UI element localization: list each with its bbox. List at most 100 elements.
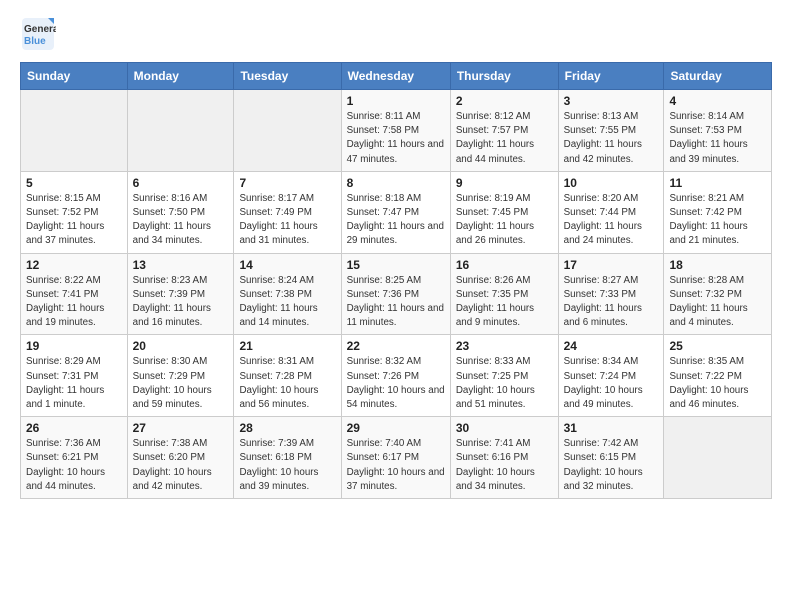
- day-number: 28: [239, 421, 335, 435]
- calendar-cell: 2 Sunrise: 8:12 AM Sunset: 7:57 PM Daylig…: [450, 90, 558, 172]
- calendar-cell: 9 Sunrise: 8:19 AM Sunset: 7:45 PM Daylig…: [450, 171, 558, 253]
- day-number: 24: [564, 339, 659, 353]
- calendar-cell: 3Sunrise: 8:13 AM Sunset: 7:55 PM Daylig…: [558, 90, 664, 172]
- day-info: Sunrise: 8:19 AM Sunset: 7:45 PM Dayligh…: [456, 192, 553, 249]
- day-info: Sunrise: 8:26 AM Sunset: 7:35 PM Dayligh…: [456, 274, 553, 331]
- day-info: Sunrise: 8:31 AM Sunset: 7:28 PM Dayligh…: [239, 355, 335, 412]
- weekday-tuesday: Tuesday: [234, 63, 341, 90]
- day-info: Sunrise: 8:28 AM Sunset: 7:32 PM Dayligh…: [669, 274, 766, 331]
- calendar-cell: 14 Sunrise: 8:24 AM Sunset: 7:38 PM Dayli…: [234, 253, 341, 335]
- calendar-cell: 31 Sunrise: 7:42 AM Sunset: 6:15 PM Dayli…: [558, 417, 664, 499]
- calendar-cell: 30 Sunrise: 7:41 AM Sunset: 6:16 PM Dayli…: [450, 417, 558, 499]
- day-info: Sunrise: 8:30 AM Sunset: 7:29 PM Dayligh…: [133, 355, 229, 412]
- calendar-cell: [234, 90, 341, 172]
- day-number: 11: [669, 176, 766, 190]
- calendar-cell: 23Sunrise: 8:33 AM Sunset: 7:25 PM Dayli…: [450, 335, 558, 417]
- page: General Blue SundayMondayTuesdayWednesda…: [0, 0, 792, 612]
- day-info: Sunrise: 8:25 AM Sunset: 7:36 PM Dayligh…: [347, 274, 445, 331]
- day-number: 12: [26, 258, 122, 272]
- day-info: Sunrise: 8:24 AM Sunset: 7:38 PM Dayligh…: [239, 274, 335, 331]
- week-row-1: 1 Sunrise: 8:11 AM Sunset: 7:58 PM Daylig…: [21, 90, 772, 172]
- calendar-cell: [21, 90, 128, 172]
- day-number: 1: [347, 94, 445, 108]
- calendar-cell: [127, 90, 234, 172]
- day-info: Sunrise: 8:23 AM Sunset: 7:39 PM Dayligh…: [133, 274, 229, 331]
- week-row-3: 12 Sunrise: 8:22 AM Sunset: 7:41 PM Dayli…: [21, 253, 772, 335]
- calendar-cell: 25 Sunrise: 8:35 AM Sunset: 7:22 PM Dayli…: [664, 335, 772, 417]
- calendar-cell: 10Sunrise: 8:20 AM Sunset: 7:44 PM Dayli…: [558, 171, 664, 253]
- calendar-cell: 15 Sunrise: 8:25 AM Sunset: 7:36 PM Dayli…: [341, 253, 450, 335]
- calendar-cell: 19Sunrise: 8:29 AM Sunset: 7:31 PM Dayli…: [21, 335, 128, 417]
- week-row-4: 19Sunrise: 8:29 AM Sunset: 7:31 PM Dayli…: [21, 335, 772, 417]
- day-info: Sunrise: 8:11 AM Sunset: 7:58 PM Dayligh…: [347, 110, 445, 167]
- calendar-cell: 22 Sunrise: 8:32 AM Sunset: 7:26 PM Dayli…: [341, 335, 450, 417]
- calendar-cell: 1 Sunrise: 8:11 AM Sunset: 7:58 PM Daylig…: [341, 90, 450, 172]
- day-info: Sunrise: 7:42 AM Sunset: 6:15 PM Dayligh…: [564, 437, 659, 494]
- svg-text:General: General: [24, 24, 56, 35]
- day-number: 18: [669, 258, 766, 272]
- day-number: 17: [564, 258, 659, 272]
- day-number: 2: [456, 94, 553, 108]
- calendar-cell: 28Sunrise: 7:39 AM Sunset: 6:18 PM Dayli…: [234, 417, 341, 499]
- calendar-cell: 13 Sunrise: 8:23 AM Sunset: 7:39 PM Dayli…: [127, 253, 234, 335]
- calendar-cell: 20 Sunrise: 8:30 AM Sunset: 7:29 PM Dayli…: [127, 335, 234, 417]
- day-info: Sunrise: 7:38 AM Sunset: 6:20 PM Dayligh…: [133, 437, 229, 494]
- calendar-cell: 17 Sunrise: 8:27 AM Sunset: 7:33 PM Dayli…: [558, 253, 664, 335]
- weekday-wednesday: Wednesday: [341, 63, 450, 90]
- logo: General Blue: [20, 16, 56, 52]
- day-info: Sunrise: 7:41 AM Sunset: 6:16 PM Dayligh…: [456, 437, 553, 494]
- day-number: 29: [347, 421, 445, 435]
- day-number: 25: [669, 339, 766, 353]
- calendar-cell: 26 Sunrise: 7:36 AM Sunset: 6:21 PM Dayli…: [21, 417, 128, 499]
- day-number: 9: [456, 176, 553, 190]
- day-info: Sunrise: 8:12 AM Sunset: 7:57 PM Dayligh…: [456, 110, 553, 167]
- calendar-cell: 16Sunrise: 8:26 AM Sunset: 7:35 PM Dayli…: [450, 253, 558, 335]
- day-info: Sunrise: 8:18 AM Sunset: 7:47 PM Dayligh…: [347, 192, 445, 249]
- day-number: 26: [26, 421, 122, 435]
- calendar-cell: 4 Sunrise: 8:14 AM Sunset: 7:53 PM Daylig…: [664, 90, 772, 172]
- day-number: 19: [26, 339, 122, 353]
- weekday-thursday: Thursday: [450, 63, 558, 90]
- logo-svg: General Blue: [20, 16, 56, 52]
- day-number: 30: [456, 421, 553, 435]
- week-row-2: 5Sunrise: 8:15 AM Sunset: 7:52 PM Daylig…: [21, 171, 772, 253]
- day-number: 14: [239, 258, 335, 272]
- day-info: Sunrise: 8:21 AM Sunset: 7:42 PM Dayligh…: [669, 192, 766, 249]
- day-number: 8: [347, 176, 445, 190]
- header: General Blue: [20, 16, 772, 52]
- day-number: 15: [347, 258, 445, 272]
- weekday-sunday: Sunday: [21, 63, 128, 90]
- day-number: 20: [133, 339, 229, 353]
- calendar-cell: [664, 417, 772, 499]
- day-number: 4: [669, 94, 766, 108]
- calendar-cell: 24Sunrise: 8:34 AM Sunset: 7:24 PM Dayli…: [558, 335, 664, 417]
- calendar-cell: 8 Sunrise: 8:18 AM Sunset: 7:47 PM Daylig…: [341, 171, 450, 253]
- weekday-monday: Monday: [127, 63, 234, 90]
- calendar-cell: 18 Sunrise: 8:28 AM Sunset: 7:32 PM Dayli…: [664, 253, 772, 335]
- day-info: Sunrise: 8:14 AM Sunset: 7:53 PM Dayligh…: [669, 110, 766, 167]
- day-info: Sunrise: 8:32 AM Sunset: 7:26 PM Dayligh…: [347, 355, 445, 412]
- calendar-cell: 12 Sunrise: 8:22 AM Sunset: 7:41 PM Dayli…: [21, 253, 128, 335]
- calendar-cell: 6Sunrise: 8:16 AM Sunset: 7:50 PM Daylig…: [127, 171, 234, 253]
- day-info: Sunrise: 7:36 AM Sunset: 6:21 PM Dayligh…: [26, 437, 122, 494]
- day-info: Sunrise: 8:35 AM Sunset: 7:22 PM Dayligh…: [669, 355, 766, 412]
- calendar-cell: 21 Sunrise: 8:31 AM Sunset: 7:28 PM Dayli…: [234, 335, 341, 417]
- day-number: 22: [347, 339, 445, 353]
- day-info: Sunrise: 8:22 AM Sunset: 7:41 PM Dayligh…: [26, 274, 122, 331]
- day-number: 3: [564, 94, 659, 108]
- day-number: 13: [133, 258, 229, 272]
- day-number: 5: [26, 176, 122, 190]
- calendar-cell: 29 Sunrise: 7:40 AM Sunset: 6:17 PM Dayli…: [341, 417, 450, 499]
- weekday-saturday: Saturday: [664, 63, 772, 90]
- day-number: 27: [133, 421, 229, 435]
- calendar-cell: 27 Sunrise: 7:38 AM Sunset: 6:20 PM Dayli…: [127, 417, 234, 499]
- day-info: Sunrise: 8:20 AM Sunset: 7:44 PM Dayligh…: [564, 192, 659, 249]
- day-info: Sunrise: 8:33 AM Sunset: 7:25 PM Dayligh…: [456, 355, 553, 412]
- day-info: Sunrise: 8:27 AM Sunset: 7:33 PM Dayligh…: [564, 274, 659, 331]
- day-number: 31: [564, 421, 659, 435]
- weekday-friday: Friday: [558, 63, 664, 90]
- day-number: 21: [239, 339, 335, 353]
- day-info: Sunrise: 8:16 AM Sunset: 7:50 PM Dayligh…: [133, 192, 229, 249]
- day-info: Sunrise: 7:40 AM Sunset: 6:17 PM Dayligh…: [347, 437, 445, 494]
- day-number: 7: [239, 176, 335, 190]
